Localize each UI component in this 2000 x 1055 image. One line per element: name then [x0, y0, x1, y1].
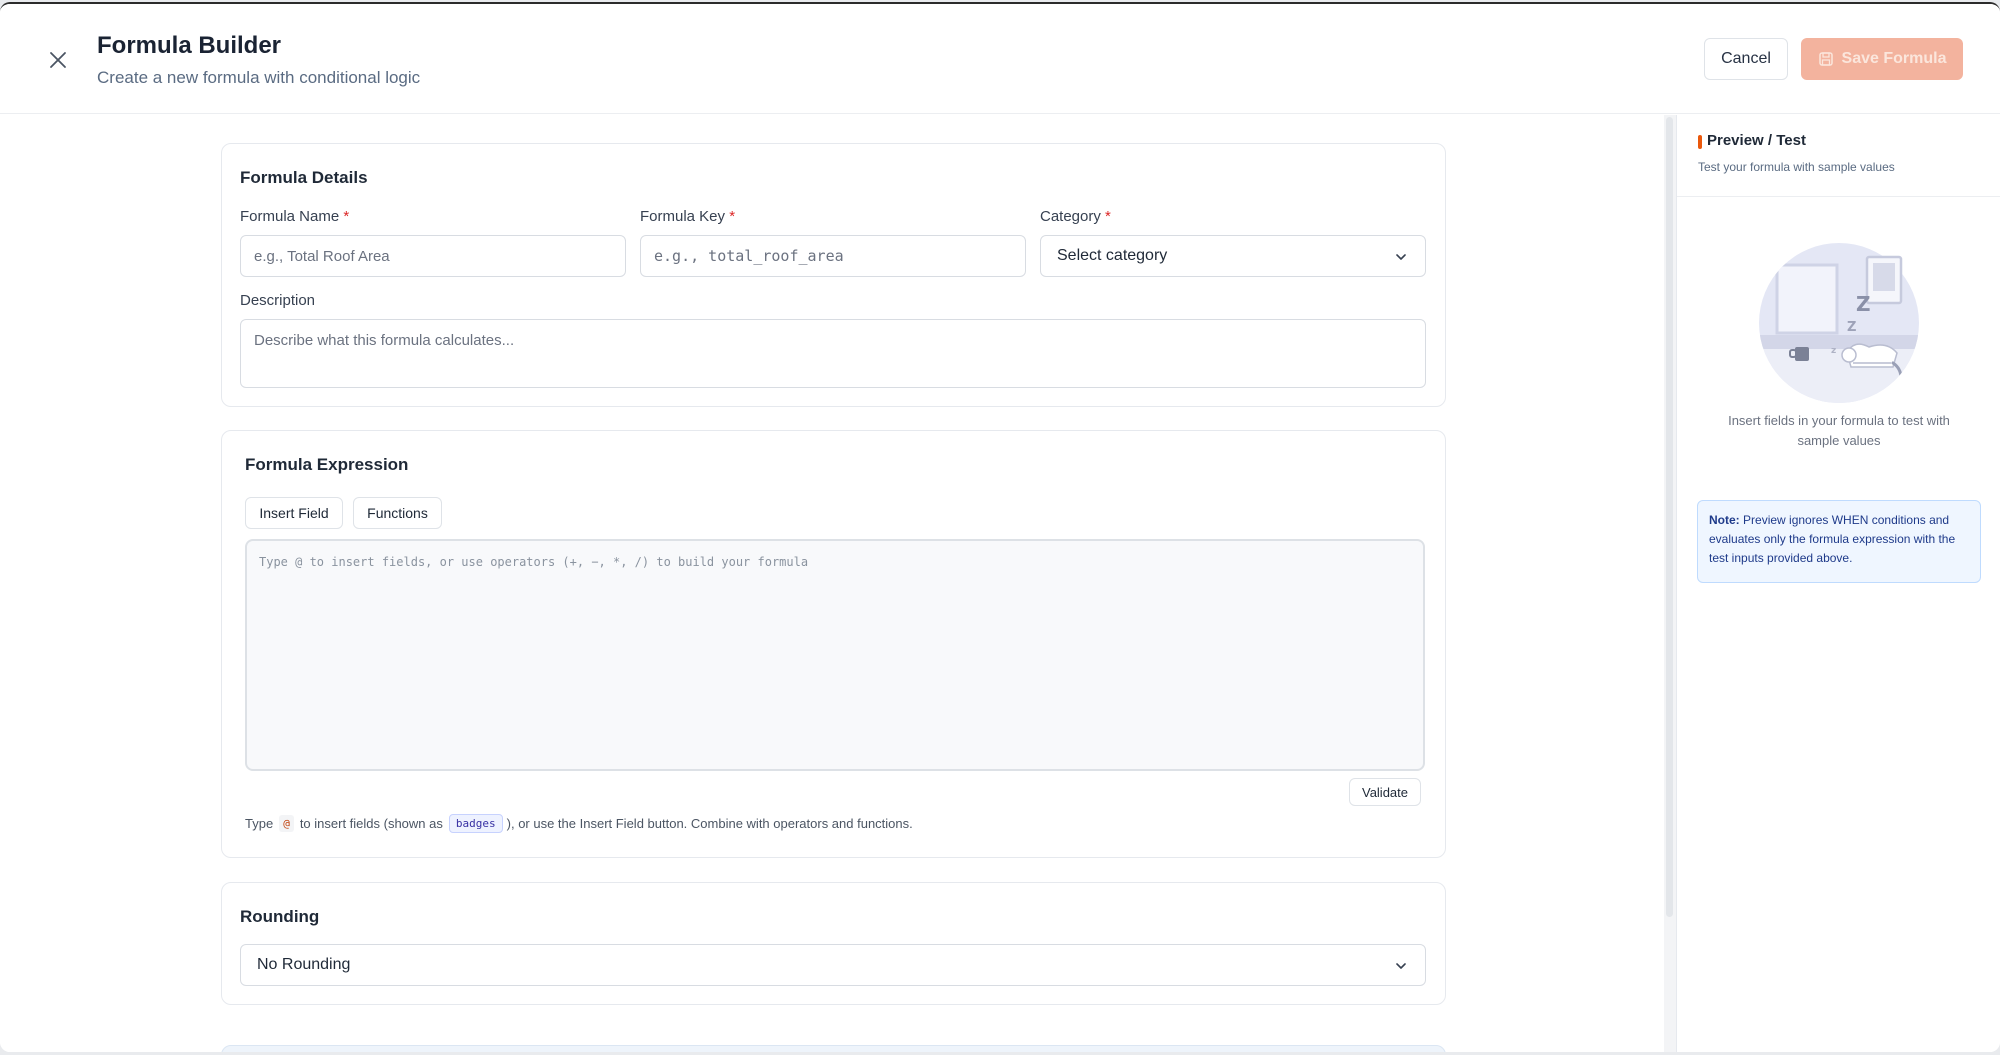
close-icon [50, 52, 66, 68]
formula-key-input[interactable]: e.g., total_roof_area [640, 235, 1026, 277]
formula-expression-title: Formula Expression [245, 455, 409, 474]
preview-note: Note: Preview ignores WHEN conditions an… [1697, 500, 1981, 583]
rounding-select[interactable]: No Rounding [240, 944, 1426, 986]
formula-details-title: Formula Details [240, 168, 368, 187]
preview-empty-text: Insert fields in your formula to test wi… [1728, 413, 1950, 448]
formula-details-card: Formula Details Formula Name * e.g., Tot… [221, 143, 1446, 407]
svg-text:z: z [1831, 346, 1836, 356]
save-formula-button[interactable]: Save Formula [1801, 38, 1963, 80]
sleeping-cat-illustration: Z Z z [1759, 243, 1919, 403]
preview-panel: Preview / Test Test your formula with sa… [1676, 115, 2000, 1052]
svg-text:Z: Z [1847, 320, 1856, 335]
main-content: Formula Details Formula Name * e.g., Tot… [0, 115, 1676, 1052]
description-textarea[interactable]: Describe what this formula calculates... [240, 319, 1426, 388]
formula-editor[interactable]: Type @ to insert fields, or use operator… [245, 539, 1425, 771]
formula-name-input[interactable]: e.g., Total Roof Area [240, 235, 626, 277]
rounding-title: Rounding [240, 907, 320, 926]
accent-bar [1698, 135, 1702, 149]
close-button[interactable] [44, 46, 72, 74]
page-title: Formula Builder [97, 32, 282, 59]
preview-header: Preview / Test Test your formula with sa… [1677, 115, 2000, 197]
next-section-card [221, 1045, 1446, 1052]
validate-button[interactable]: Validate [1349, 778, 1421, 806]
formula-hint: Type @ to insert fields (shown as badges… [245, 814, 913, 833]
insert-field-button[interactable]: Insert Field [245, 497, 343, 529]
badges-code: badges [448, 814, 503, 833]
formula-expression-card: Formula Expression Insert Field Function… [221, 430, 1446, 858]
functions-button[interactable]: Functions [353, 497, 442, 529]
formula-builder-dialog: Formula Builder Create a new formula wit… [0, 2, 2000, 1052]
category-label: Category * [1040, 208, 1111, 225]
preview-title: Preview / Test [1707, 132, 1806, 149]
cancel-button[interactable]: Cancel [1704, 38, 1788, 80]
description-label: Description [240, 292, 316, 309]
formula-key-label: Formula Key * [640, 208, 736, 225]
svg-text:Z: Z [1856, 292, 1871, 316]
chevron-down-icon [1396, 963, 1406, 969]
chevron-down-icon [1396, 254, 1406, 260]
save-formula-label: Save Formula [1841, 50, 1947, 67]
formula-name-label: Formula Name * [240, 208, 350, 225]
dialog-header: Formula Builder Create a new formula wit… [0, 4, 2000, 114]
save-icon [1818, 52, 1833, 66]
rounding-card: Rounding No Rounding [221, 882, 1446, 1005]
page-subtitle: Create a new formula with conditional lo… [97, 68, 421, 87]
at-code: @ [279, 815, 294, 832]
category-select[interactable]: Select category [1040, 235, 1426, 277]
main-scrollbar-thumb[interactable] [1666, 117, 1673, 917]
preview-subtitle: Test your formula with sample values [1698, 160, 1895, 174]
